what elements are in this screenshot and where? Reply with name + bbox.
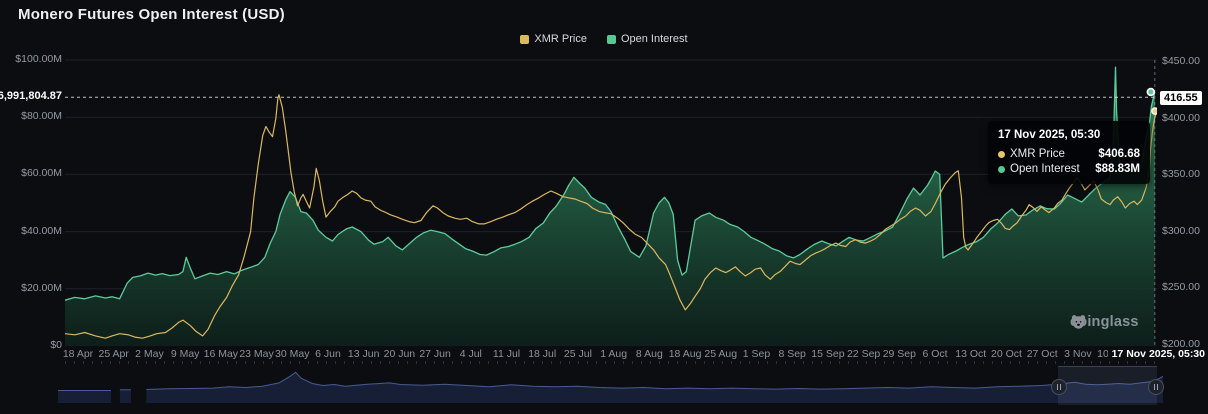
x-axis-tick: 3 Nov [1064,348,1092,360]
x-axis-tick: 27 Jun [419,348,451,360]
right-axis-tick: $400.00 [1162,111,1200,124]
tooltip-row: Open Interest $88.83M [998,163,1140,175]
coinglass-chart-app: Monero Futures Open Interest (USD) XMR P… [0,0,1208,414]
x-axis-tick: 18 Apr [62,348,94,360]
x-axis-tick: 27 Oct [1026,348,1058,360]
legend-swatch [606,34,616,44]
series-dot-icon [998,165,1005,173]
x-axis-tick: 20 Jun [383,348,416,360]
right-axis-tick: $250.00 [1162,281,1200,294]
navigator-left-handle[interactable] [1051,379,1068,395]
x-axis-tick: 6 Jun [315,348,341,360]
x-axis-tick: 18 Jul [528,348,557,360]
legend-label: XMR Price [534,33,587,45]
coinglass-logo-icon [1071,315,1086,329]
x-axis-minor-ticks [65,361,1157,364]
x-axis-tick: 2 May [135,348,164,360]
chart-canvas[interactable] [65,54,1157,346]
legend-item-1[interactable]: Open Interest [606,33,688,45]
x-axis-tick: 30 May [275,348,310,360]
range-navigator[interactable] [58,366,1165,405]
current-price-pill: 416.55 [1160,91,1202,105]
tooltip: 17 Nov 2025, 05:30 XMR Price $406.68 Open … [988,121,1150,184]
tooltip-date: 17 Nov 2025, 05:30 [998,129,1101,141]
x-axis-tick: 18 Aug [668,348,702,360]
x-axis-tick: 13 Oct [955,348,987,360]
tooltip-series-label: Open Interest [1010,163,1080,175]
legend-item-0[interactable]: XMR Price [520,33,587,45]
x-axis-tick: 13 Jun [347,348,380,360]
current-open-interest-label: 86,991,804.87 [0,90,62,102]
x-axis-tick: 4 Jul [459,348,482,360]
right-axis-tick: $300.00 [1162,224,1200,237]
x-axis-tick: 8 Sep [778,348,806,360]
x-axis-tick: 25 Jul [563,348,592,360]
x-axis-tick: 23 May [239,348,274,360]
tooltip-series-value: $406.68 [1098,148,1140,160]
x-crosshair-label: 17 Nov 2025, 05:30 [1107,348,1205,360]
x-axis-tick: 29 Sep [882,348,916,360]
x-axis-tick: 16 May [203,348,239,360]
main-chart[interactable]: coinglass 17 Nov 2025, 05:30 XMR Price $4… [65,54,1157,346]
x-axis-tick: 6 Oct [922,348,948,360]
left-axis-current: 86,991,804.87 [0,0,62,414]
x-axis-tick: 25 Aug [704,348,738,360]
legend-label: Open Interest [620,33,688,45]
right-axis-tick: $350.00 [1162,168,1200,181]
x-axis-tick: 25 Apr [98,348,129,360]
legend-swatch [520,34,530,44]
x-axis: 10 17 Nov 2025, 05:30 18 Apr 25 Apr 2 May 9… [0,348,1208,362]
x-axis-tick: 20 Oct [990,348,1022,360]
tooltip-series-label: XMR Price [1010,148,1065,160]
navigator-selection[interactable] [1051,366,1165,405]
x-axis-tick: 1 Aug [600,348,628,360]
tooltip-row: XMR Price $406.68 [998,148,1140,160]
x-axis-tick: 9 May [170,348,200,360]
x-axis-tick: 1 Sep [742,348,771,360]
x-axis-tick: 11 Jul [492,348,521,360]
legend: XMR Price Open Interest [0,33,1208,45]
navigator-canvas[interactable] [58,366,1164,404]
series-dot-icon [998,150,1005,158]
coinglass-watermark: coinglass [1070,314,1139,330]
x-axis-tick: 8 Aug [635,348,663,360]
x-axis-tick: 15 Sep [811,348,845,360]
right-axis-tick: $450.00 [1162,55,1200,67]
tooltip-series-value: $88.83M [1095,163,1140,175]
x-axis-tick: 22 Sep [846,348,881,360]
